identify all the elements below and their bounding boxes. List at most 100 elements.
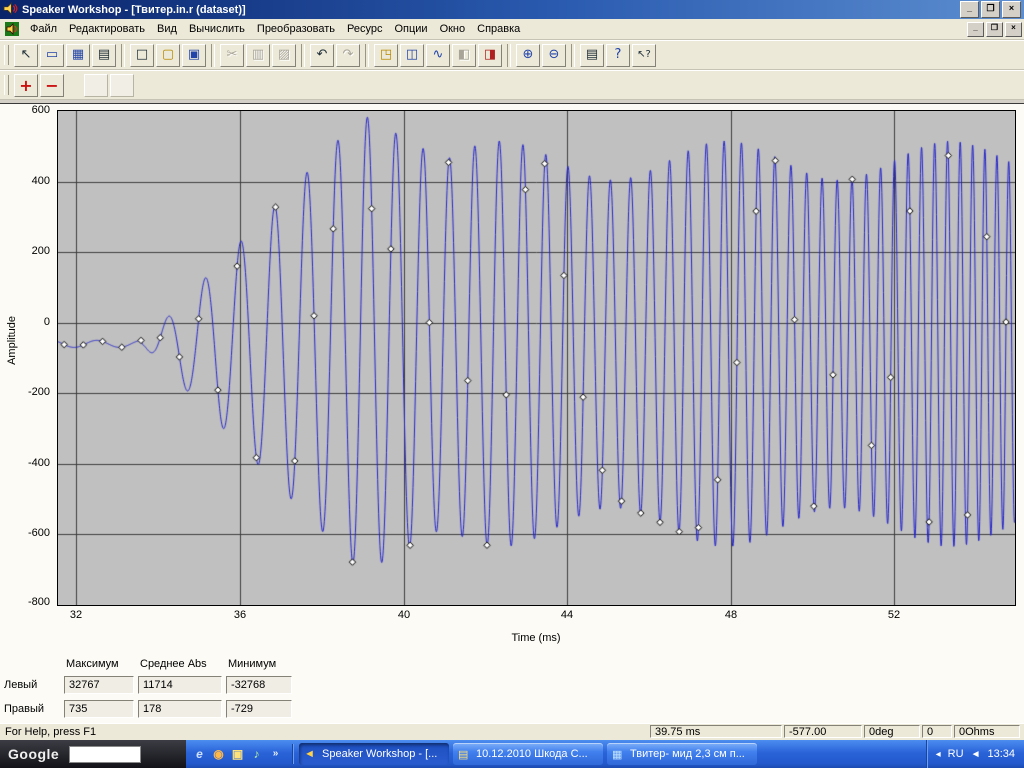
toolbar-separator: [301, 43, 305, 67]
menu-file[interactable]: Файл: [24, 21, 63, 37]
zoom-out-icon: ⊖: [548, 47, 560, 62]
stats-row-label-left: Левый: [4, 679, 38, 691]
minimize-button[interactable]: _: [960, 1, 979, 18]
google-search-input[interactable]: [69, 745, 142, 763]
menu-options[interactable]: Опции: [388, 21, 433, 37]
redo-button[interactable]: ↷: [336, 43, 360, 67]
y-tick-label: -400: [27, 457, 50, 469]
chart-marker-icon: ◨: [483, 47, 497, 62]
x-axis-title: Time (ms): [511, 632, 561, 644]
task-button-document[interactable]: ▤ 10.12.2010 Шкода С...: [453, 743, 603, 765]
stats-right-avg: 178: [138, 700, 222, 718]
menu-edit[interactable]: Редактировать: [63, 21, 151, 37]
volume-icon[interactable]: ◄: [971, 749, 981, 760]
menu-transform[interactable]: Преобразовать: [251, 21, 341, 37]
print-button[interactable]: ▤: [580, 43, 604, 67]
copy-button[interactable]: ▥: [246, 43, 270, 67]
save-file-button[interactable]: ▣: [182, 43, 206, 67]
page-icon: ▦: [612, 748, 623, 761]
task-button-speaker-workshop[interactable]: ◄ Speaker Workshop - [...: [299, 743, 449, 765]
document-icon: ▤: [458, 748, 469, 761]
y-tick-label: 600: [31, 104, 50, 116]
menu-resource[interactable]: Ресурс: [341, 21, 388, 37]
quick-launch: e ◉ ▣ ♪ »: [190, 744, 285, 764]
zoom-out-button[interactable]: ⊖: [542, 43, 566, 67]
chart-wave-button[interactable]: ∿: [426, 43, 450, 67]
stats-header-max: Максимум: [66, 658, 119, 670]
toolbar-grip[interactable]: [4, 75, 9, 95]
paste-button[interactable]: ▨: [272, 43, 296, 67]
stats-header-min: Минимум: [228, 658, 277, 670]
chart-marker-button[interactable]: ◨: [478, 43, 502, 67]
internet-explorer-icon[interactable]: e: [190, 744, 209, 764]
chart-line-button[interactable]: ◫: [400, 43, 424, 67]
menu-calculate[interactable]: Вычислить: [183, 21, 251, 37]
stats-left-max: 32767: [64, 676, 134, 694]
new-file-button[interactable]: □: [130, 43, 154, 67]
toolbar-separator: [571, 43, 575, 67]
menu-bar: Файл Редактировать Вид Вычислить Преобра…: [0, 19, 1024, 40]
stats-left-avg: 11714: [138, 676, 222, 694]
menu-view[interactable]: Вид: [151, 21, 183, 37]
toolbar-grip[interactable]: [4, 45, 9, 65]
context-help-button[interactable]: ↖?: [632, 43, 656, 67]
toolbar-separator: [507, 43, 511, 67]
help-button[interactable]: ?: [606, 43, 630, 67]
help-icon: ?: [614, 47, 622, 62]
cut-button[interactable]: ✂: [220, 43, 244, 67]
close-button[interactable]: ×: [1002, 1, 1021, 18]
menu-window[interactable]: Окно: [434, 21, 472, 37]
add-point-button[interactable]: +: [14, 73, 38, 97]
chart-line-icon: ◫: [405, 47, 419, 62]
mdi-close-button[interactable]: ×: [1005, 21, 1022, 37]
task-button-label: 10.12.2010 Шкода С...: [476, 748, 588, 760]
open-file-button[interactable]: ▢: [156, 43, 180, 67]
clock[interactable]: 13:34: [987, 748, 1015, 760]
pointer-button[interactable]: ↖: [14, 43, 38, 67]
taskbar-separator: [292, 744, 294, 764]
keyboard-entry-button[interactable]: ▤: [92, 43, 116, 67]
status-cursor-value: -577.00: [784, 725, 862, 738]
x-tick-label: 52: [887, 609, 901, 621]
measure-icon: ▭: [45, 47, 59, 62]
language-indicator[interactable]: RU: [948, 748, 964, 760]
app-icon: [3, 2, 18, 16]
main-toolbar: ↖ ▭ ▦ ▤ □ ▢ ▣ ✂ ▥ ▨ ↶ ↷ ◳ ◫ ∿ ◧ ◨ ⊕ ⊖ ▤ …: [0, 40, 1024, 70]
speaker-app-icon: ◄: [304, 748, 315, 760]
measure-mode-button[interactable]: ▭: [40, 43, 64, 67]
status-impedance: 0Ohms: [954, 725, 1020, 738]
task-button-label: Твитер- мид 2,3 см п...: [630, 748, 745, 760]
toolbar-separator: [365, 43, 369, 67]
menu-help[interactable]: Справка: [471, 21, 526, 37]
browser-icon[interactable]: ◉: [209, 744, 228, 764]
scissors-icon: ✂: [226, 47, 238, 62]
printer-icon: ▤: [585, 47, 599, 62]
import-chart-button[interactable]: ◳: [374, 43, 398, 67]
undo-button[interactable]: ↶: [310, 43, 334, 67]
toolbar-separator: [211, 43, 215, 67]
folder-icon[interactable]: ▣: [228, 744, 247, 764]
task-button-tweeter-page[interactable]: ▦ Твитер- мид 2,3 см п...: [607, 743, 757, 765]
chart-compare-button[interactable]: ◧: [452, 43, 476, 67]
stats-left-min: -32768: [226, 676, 292, 694]
x-tick-label: 40: [397, 609, 411, 621]
undo-icon: ↶: [316, 47, 328, 62]
mdi-restore-button[interactable]: ❐: [986, 21, 1003, 37]
edit-toolbar: + −: [0, 70, 1024, 100]
quick-launch-chevron-icon[interactable]: »: [266, 744, 285, 764]
y-tick-label: 400: [31, 175, 50, 187]
disabled-tool-button[interactable]: [110, 73, 134, 97]
media-player-icon[interactable]: ♪: [247, 744, 266, 764]
restore-button[interactable]: ❐: [981, 1, 1000, 18]
grid-mode-button[interactable]: ▦: [66, 43, 90, 67]
tray-chevron-icon[interactable]: ◂: [936, 749, 941, 760]
zoom-in-button[interactable]: ⊕: [516, 43, 540, 67]
waveform-plot[interactable]: [57, 110, 1016, 606]
mdi-minimize-button[interactable]: _: [967, 21, 984, 37]
save-floppy-icon: ▣: [187, 47, 201, 62]
copy-icon: ▥: [251, 47, 265, 62]
disabled-tool-button[interactable]: [84, 73, 108, 97]
import-chart-icon: ◳: [379, 47, 393, 62]
remove-point-button[interactable]: −: [40, 73, 64, 97]
new-file-icon: □: [135, 47, 149, 62]
